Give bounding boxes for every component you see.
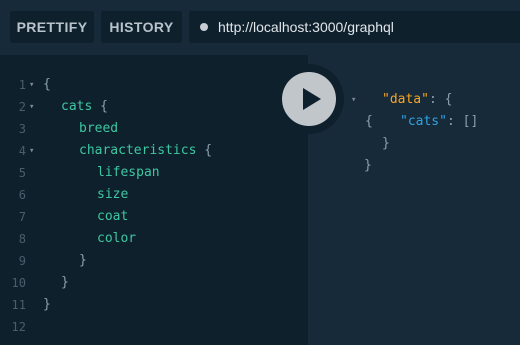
line-number: 2 bbox=[18, 100, 26, 114]
play-icon bbox=[303, 88, 321, 110]
line-number: 5 bbox=[18, 166, 26, 180]
query-field: color bbox=[97, 231, 137, 246]
result-key-cats: "cats" bbox=[400, 114, 447, 129]
line-number: 6 bbox=[18, 188, 26, 202]
query-field: cats bbox=[61, 99, 93, 114]
line-number: 4 bbox=[18, 144, 26, 158]
result-value: : [] bbox=[446, 114, 479, 129]
execute-button-face[interactable] bbox=[282, 72, 336, 126]
dot-icon bbox=[200, 23, 208, 31]
line-number: 7 bbox=[18, 210, 26, 224]
line-number: 3 bbox=[18, 122, 26, 136]
query-editor[interactable]: 1 ▾ { 2 ▾ cats { 3 breed 4 ▾ characteris… bbox=[0, 55, 308, 345]
line-number: 1 bbox=[18, 78, 26, 92]
result-brace: { bbox=[365, 114, 373, 129]
query-field: coat bbox=[97, 209, 129, 224]
url-input[interactable]: http://localhost:3000/graphql bbox=[189, 11, 520, 43]
query-field: lifespan bbox=[97, 165, 160, 180]
fold-arrow-icon[interactable]: ▾ bbox=[351, 89, 356, 111]
fold-arrow-icon[interactable]: ▾ bbox=[29, 74, 34, 96]
result-brace: } bbox=[382, 136, 390, 151]
code-text: characteristics { bbox=[79, 140, 212, 162]
result-key-data: "data" bbox=[382, 92, 429, 107]
fold-arrow-icon[interactable]: ▾ bbox=[29, 96, 34, 118]
code-brace: } bbox=[61, 275, 69, 290]
url-text: http://localhost:3000/graphql bbox=[218, 19, 394, 35]
line-number: 11 bbox=[11, 298, 26, 312]
query-field: size bbox=[97, 187, 129, 202]
fold-arrow-icon[interactable]: ▾ bbox=[29, 140, 34, 162]
history-button[interactable]: HISTORY bbox=[101, 11, 182, 43]
line-number: 12 bbox=[11, 320, 26, 334]
code-text: { bbox=[43, 77, 51, 92]
query-field: characteristics bbox=[79, 143, 197, 158]
result-line: "cats": [] bbox=[400, 111, 478, 133]
toolbar: PRETTIFY HISTORY http://localhost:3000/g… bbox=[0, 0, 520, 55]
query-field: breed bbox=[79, 121, 119, 136]
result-brace: } bbox=[364, 158, 372, 173]
execute-query-button[interactable] bbox=[274, 64, 344, 134]
result-brace: : { bbox=[428, 92, 453, 107]
code-brace: } bbox=[79, 253, 87, 268]
prettify-button[interactable]: PRETTIFY bbox=[10, 11, 94, 43]
code-text: cats { bbox=[61, 96, 108, 118]
code-brace: } bbox=[43, 297, 51, 312]
line-number: 10 bbox=[11, 276, 26, 290]
code-brace: { bbox=[196, 143, 213, 158]
result-line: "data": { bbox=[382, 89, 452, 111]
line-number: 9 bbox=[18, 254, 26, 268]
line-number: 8 bbox=[18, 232, 26, 246]
code-brace: { bbox=[92, 99, 108, 114]
